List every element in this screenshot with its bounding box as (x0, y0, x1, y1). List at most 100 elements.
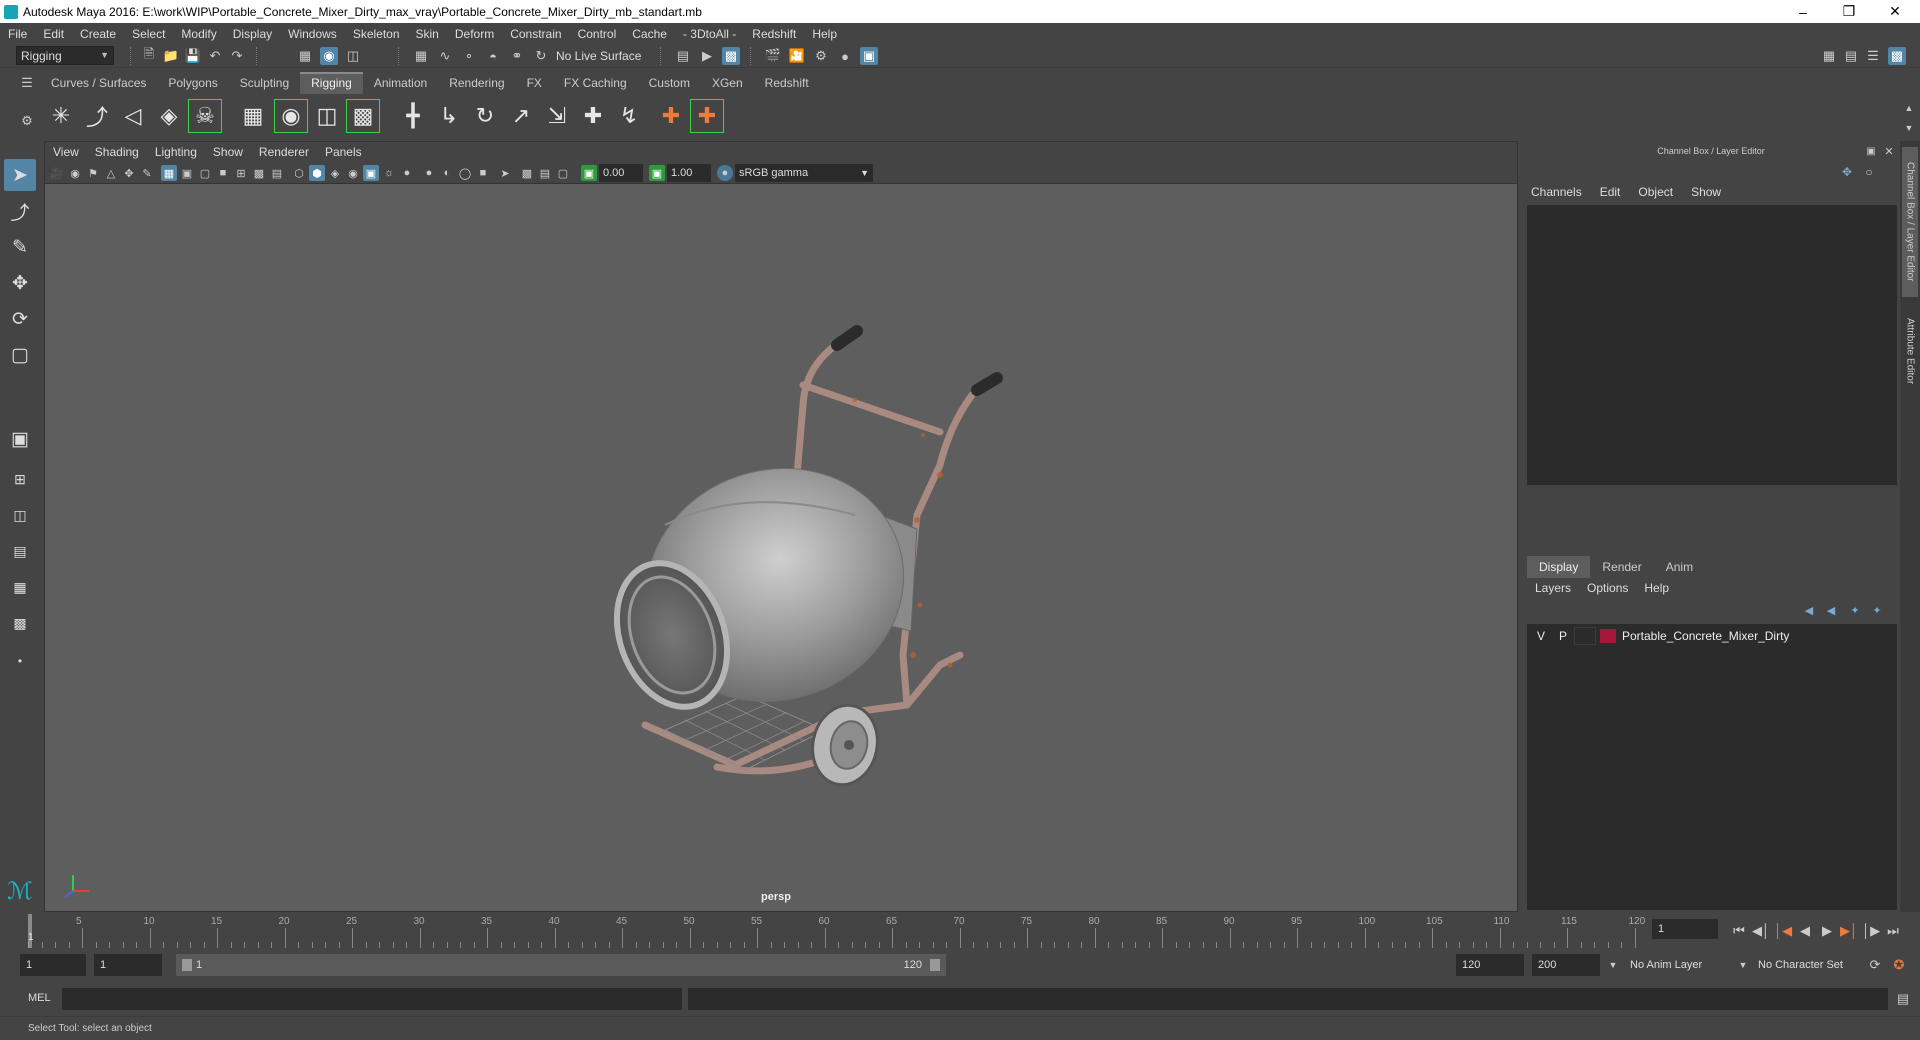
viewport-menu-panels[interactable]: Panels (317, 145, 370, 159)
safe-action-icon[interactable]: ▩ (251, 165, 267, 181)
viewport-menu-shading[interactable]: Shading (87, 145, 147, 159)
menu-control[interactable]: Control (570, 27, 625, 41)
save-scene-icon[interactable]: 💾 (184, 47, 202, 65)
grid-icon[interactable]: ▦ (161, 165, 177, 181)
xray-components-icon[interactable]: ▤ (537, 165, 553, 181)
wireframe-icon[interactable]: ⬡ (291, 165, 307, 181)
layer-color-swatch[interactable] (1600, 629, 1616, 643)
layer-row[interactable]: V P Portable_Concrete_Mixer_Dirty (1530, 626, 1890, 646)
resolution-gate-icon[interactable]: ▢ (197, 165, 213, 181)
locator-icon[interactable]: ✚ (654, 99, 688, 133)
image-plane-icon[interactable]: △ (103, 165, 119, 181)
film-gate-icon[interactable]: ▣ (179, 165, 195, 181)
menu-display[interactable]: Display (225, 27, 280, 41)
channel-box-toggle-icon[interactable]: ▩ (1888, 47, 1906, 65)
tab-curves-surfaces[interactable]: Curves / Surfaces (40, 72, 157, 94)
menu-set-dropdown[interactable]: Rigging ▼ (16, 46, 114, 65)
create-layer-from-selected-icon[interactable]: ✦ (1868, 601, 1886, 619)
orient-constraint-icon[interactable]: ↻ (468, 99, 502, 133)
chevron-down-icon[interactable]: ▼ (1604, 956, 1622, 974)
gamma-icon[interactable]: ▣ (649, 165, 665, 181)
tab-fx[interactable]: FX (516, 72, 553, 94)
lasso-tool-icon[interactable]: ⤴ (4, 195, 36, 227)
select-by-object-icon[interactable]: ◉ (320, 47, 338, 65)
viewport-menu-show[interactable]: Show (205, 145, 251, 159)
current-frame-field[interactable]: 1 (1652, 919, 1718, 939)
viewport-menu-view[interactable]: View (45, 145, 87, 159)
command-language-label[interactable]: MEL (28, 992, 51, 1004)
multisample-aa-icon[interactable]: ◐ (439, 165, 455, 181)
persp-viewport[interactable]: persp (45, 185, 1517, 911)
point-constraint-icon[interactable]: ╋ (396, 99, 430, 133)
range-bar[interactable]: 1 120 (176, 954, 946, 976)
tab-polygons[interactable]: Polygons (157, 72, 228, 94)
ik-handle-icon[interactable]: ◈ (152, 99, 186, 133)
output-ops-icon[interactable]: ▶ (698, 47, 716, 65)
menu-deform[interactable]: Deform (447, 27, 502, 41)
bind-skin-icon[interactable]: ▦ (236, 99, 270, 133)
hypershade-layout-icon[interactable]: ▩ (4, 607, 36, 639)
cluster-icon[interactable]: ◉ (274, 99, 308, 133)
new-scene-icon[interactable]: 🗎 (140, 46, 158, 65)
snap-to-view-plane-icon[interactable]: ◓ (484, 47, 502, 65)
float-panel-icon[interactable]: ▣ (1862, 142, 1880, 160)
input-ops-icon[interactable]: ▤ (674, 47, 692, 65)
tab-anim[interactable]: Anim (1654, 556, 1705, 578)
camera-attributes-icon[interactable]: ◉ (67, 165, 83, 181)
menu-modify[interactable]: Modify (173, 27, 224, 41)
tab-fx-caching[interactable]: FX Caching (553, 72, 638, 94)
render-frame-icon[interactable]: 🎬 (764, 47, 782, 65)
manipulator-icon[interactable]: ✥ (1838, 163, 1856, 181)
go-to-end-icon[interactable]: ⏭ (1884, 922, 1902, 940)
create-empty-layer-icon[interactable]: ✦ (1846, 601, 1864, 619)
play-forwards-icon[interactable]: ▶ (1818, 922, 1836, 940)
joint-label-icon[interactable]: ✚ (690, 99, 724, 133)
shelf-scroll-up-icon[interactable]: ▲ (1900, 99, 1918, 117)
view-transform-dropdown[interactable]: sRGB gamma ▼ (735, 164, 873, 182)
shelf-options-icon[interactable]: ⚙ (18, 112, 36, 130)
bookmarks-icon[interactable]: ⚑ (85, 165, 101, 181)
two-view-layout-icon[interactable]: ◫ (4, 499, 36, 531)
character-set-dropdown[interactable]: No Character Set (1752, 954, 1864, 976)
range-end-handle[interactable] (930, 959, 940, 971)
restore-icon[interactable]: ❐ (1826, 0, 1872, 23)
menu-skin[interactable]: Skin (408, 27, 447, 41)
open-scene-icon[interactable]: 📁 (162, 47, 180, 65)
tab-custom[interactable]: Custom (638, 72, 701, 94)
channel-box-menu-object[interactable]: Object (1629, 185, 1682, 205)
four-view-layout-icon[interactable]: ⊞ (4, 463, 36, 495)
playback-end-field[interactable]: 120 (1456, 954, 1524, 976)
aim-constraint-icon[interactable]: ↳ (432, 99, 466, 133)
layer-menu-help[interactable]: Help (1636, 581, 1677, 601)
redo-icon[interactable]: ↷ (228, 47, 246, 65)
make-live-icon[interactable]: ⚭ (508, 47, 526, 65)
layer-visibility-toggle[interactable]: V (1530, 629, 1552, 643)
minimize-icon[interactable]: – (1780, 0, 1826, 23)
anim-layer-dropdown[interactable]: No Anim Layer (1624, 954, 1732, 976)
move-tool-icon[interactable]: ✥ (4, 267, 36, 299)
tab-xgen[interactable]: XGen (701, 72, 754, 94)
animation-start-field[interactable]: 1 (20, 954, 86, 976)
render-settings-icon[interactable]: ⚙ (812, 47, 830, 65)
parent-constraint-icon[interactable]: ⇲ (540, 99, 574, 133)
2d-pan-zoom-icon[interactable]: ✥ (121, 165, 137, 181)
shadows-icon[interactable]: ☼ (381, 165, 397, 181)
go-to-start-icon[interactable]: ⏮ (1730, 922, 1748, 940)
tab-rendering[interactable]: Rendering (438, 72, 515, 94)
lattice-icon[interactable]: ◫ (310, 99, 344, 133)
rotate-tool-icon[interactable]: ⟳ (4, 303, 36, 335)
xray-icon[interactable]: ■ (475, 165, 491, 181)
isolate-select-icon[interactable]: ➤ (497, 165, 513, 181)
chevron-down-icon[interactable]: ▼ (1734, 956, 1752, 974)
use-all-lights-icon[interactable]: ▣ (363, 165, 379, 181)
menu-skeleton[interactable]: Skeleton (345, 27, 408, 41)
step-back-key-icon[interactable]: │◀ (1774, 922, 1792, 940)
step-forward-key-icon[interactable]: ▶│ (1840, 922, 1858, 940)
humanik-icon[interactable]: ☠ (188, 99, 222, 133)
select-tool-icon[interactable]: ➤ (4, 159, 36, 191)
channel-box-menu-channels[interactable]: Channels (1522, 185, 1591, 205)
viewport-menu-renderer[interactable]: Renderer (251, 145, 317, 159)
create-joints-icon[interactable]: ✳ (44, 99, 78, 133)
insert-joint-icon[interactable]: ⤴ (80, 99, 114, 133)
render-view-icon[interactable]: ▣ (860, 47, 878, 65)
